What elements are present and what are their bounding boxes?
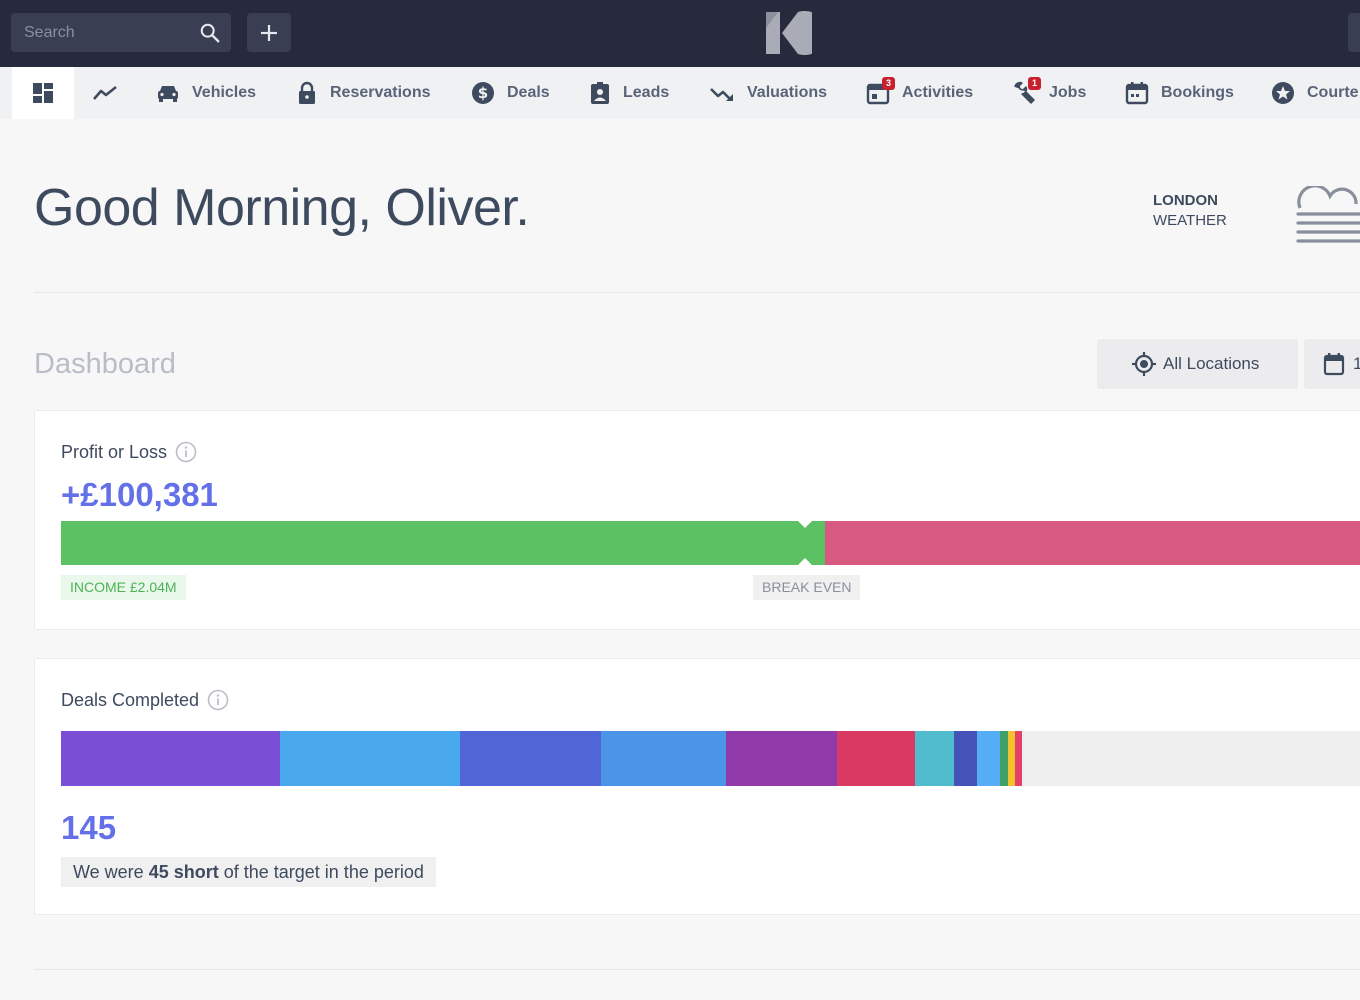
calendar-icon: [1125, 82, 1149, 105]
section-divider: [34, 292, 1360, 293]
locate-icon: [1132, 352, 1156, 376]
deal-segment-6[interactable]: [837, 731, 915, 786]
dashboard-title: Dashboard: [34, 348, 176, 380]
deal-segment-2[interactable]: [280, 731, 460, 786]
deals-target-note: We were 45 short of the target in the pe…: [61, 857, 436, 887]
deals-completed-card: Deals Completed 145 We were 45 short of …: [34, 658, 1360, 915]
jobs-icon-wrap: 1: [1012, 77, 1041, 105]
contact-card-icon: [591, 82, 609, 104]
deal-segment-8[interactable]: [954, 731, 977, 786]
deal-segment-3[interactable]: [460, 731, 601, 786]
deal-segment-5[interactable]: [726, 731, 837, 786]
jobs-badge: 1: [1028, 77, 1041, 90]
top-bar: Search: [0, 0, 1360, 67]
note-prefix: We were: [73, 862, 149, 882]
nav-label-bookings: Bookings: [1161, 84, 1234, 101]
location-filter-label: All Locations: [1163, 354, 1260, 373]
location-filter-button[interactable]: All Locations: [1097, 339, 1298, 389]
profit-loss-bar: [61, 521, 1360, 565]
activities-icon-wrap: 3: [866, 77, 895, 105]
nav-reservations[interactable]: Reservations: [296, 67, 431, 119]
nav-label-activities: Activities: [902, 84, 974, 101]
svg-text:$: $: [478, 84, 488, 102]
search-icon[interactable]: [199, 22, 221, 44]
deal-segment-10[interactable]: [1000, 731, 1008, 786]
deal-segment-12[interactable]: [1015, 731, 1022, 786]
add-button[interactable]: [247, 13, 291, 52]
trend-line-icon: [93, 85, 117, 100]
nav-label-reservations: Reservations: [330, 84, 431, 101]
break-even-marker-top: [798, 521, 812, 528]
weather-city: LONDON: [1153, 192, 1218, 209]
nav-label-deals: Deals: [507, 84, 550, 101]
date-filter-label: 1: [1353, 354, 1360, 373]
search-placeholder: Search: [24, 24, 75, 41]
nav-label-vehicles: Vehicles: [192, 84, 257, 101]
deal-segment-4[interactable]: [601, 731, 726, 786]
nav-reports[interactable]: [92, 67, 118, 119]
date-filter-button[interactable]: 1: [1304, 339, 1360, 389]
info-icon[interactable]: [175, 441, 197, 463]
nav-bookings[interactable]: Bookings: [1125, 67, 1234, 119]
nav-courtesy[interactable]: Courte: [1271, 67, 1359, 119]
calendar-icon: [1323, 353, 1345, 376]
profit-loss-value: +£100,381: [61, 476, 218, 513]
profit-loss-title-row: Profit or Loss: [61, 441, 197, 463]
account-button[interactable]: [1348, 13, 1360, 52]
dollar-circle-icon: $: [472, 82, 494, 104]
note-shortfall: 45 short: [148, 862, 219, 882]
profit-loss-card: Profit or Loss +£100,381 INCOME £2.04M B…: [34, 410, 1360, 630]
break-even-tag: BREAK EVEN: [753, 575, 861, 600]
nav-deals[interactable]: $ Deals: [471, 67, 550, 119]
lock-icon: [299, 81, 315, 104]
star-circle-icon: [1272, 82, 1294, 104]
nav-label-leads: Leads: [623, 84, 670, 101]
search-input[interactable]: Search: [11, 13, 231, 52]
nav-activities[interactable]: 3 Activities: [866, 67, 973, 119]
deals-completed-title: Deals Completed: [61, 689, 200, 710]
car-icon: [158, 86, 178, 102]
info-icon[interactable]: [207, 689, 229, 711]
nav-valuations[interactable]: Valuations: [709, 67, 827, 119]
fog-cloud-icon: [1296, 186, 1360, 243]
nav-label-courtesy: Courte: [1307, 84, 1359, 101]
nav-jobs[interactable]: 1 Jobs: [1012, 67, 1086, 119]
deals-title-row: Deals Completed: [61, 689, 229, 711]
plus-icon: [261, 25, 277, 41]
deal-segment-11[interactable]: [1008, 731, 1015, 786]
main-nav: Vehicles Reservations $ Deals Leads Valu…: [0, 67, 1360, 119]
nav-label-valuations: Valuations: [747, 84, 828, 101]
income-segment: [61, 521, 825, 565]
greeting-title: Good Morning, Oliver.: [34, 179, 530, 237]
section-divider: [34, 969, 1360, 970]
note-suffix: of the target in the period: [218, 862, 424, 882]
dashboard-grid-icon: [33, 83, 53, 103]
profit-loss-title: Profit or Loss: [61, 441, 168, 462]
nav-label-jobs: Jobs: [1049, 84, 1087, 101]
deals-completed-value: 145: [61, 809, 117, 846]
deal-segment-7[interactable]: [915, 731, 954, 786]
weather-label: WEATHER: [1153, 212, 1227, 229]
nav-vehicles[interactable]: Vehicles: [156, 67, 256, 119]
nav-leads[interactable]: Leads: [589, 67, 669, 119]
break-even-marker-bottom: [798, 558, 812, 565]
k-logo-icon[interactable]: [764, 10, 812, 56]
deals-progress-bar: [61, 731, 1360, 786]
income-tag: INCOME £2.04M: [61, 575, 186, 600]
activities-badge: 3: [882, 77, 895, 90]
nav-dashboard[interactable]: [12, 67, 74, 119]
deal-segment-1[interactable]: [61, 731, 280, 786]
trend-down-icon: [710, 88, 733, 101]
deal-segment-9[interactable]: [977, 731, 1000, 786]
